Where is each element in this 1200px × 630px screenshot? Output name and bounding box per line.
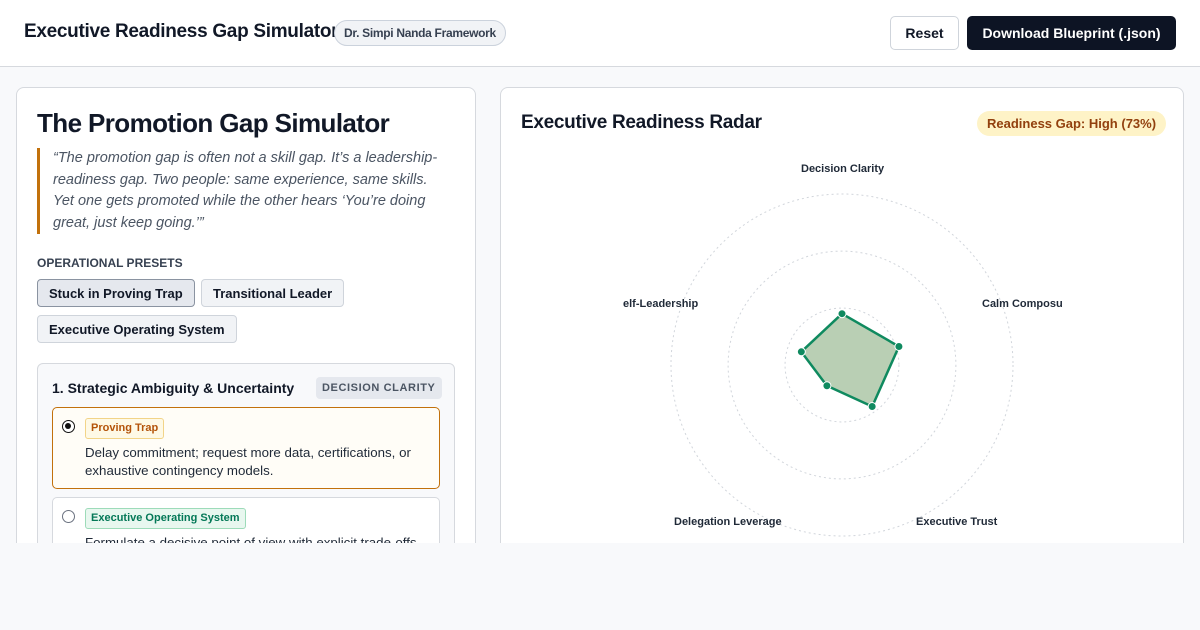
scenario-dimension-tag: DECISION CLARITY (316, 377, 442, 399)
preset-transitional-leader-button[interactable]: Transitional Leader (201, 279, 345, 307)
radar-point-4 (822, 381, 832, 391)
top-bar: Executive Readiness Gap Simulator Dr. Si… (0, 0, 1200, 67)
radio-selected[interactable] (62, 420, 75, 433)
radio-unselected[interactable] (62, 510, 75, 523)
app-title: Executive Readiness Gap Simulator (24, 21, 339, 42)
axis-label-delegation-leverage: Delegation Leverage (674, 516, 782, 528)
option-text: Formulate a decisive point of view with … (85, 535, 421, 543)
scenario-title: 1. Strategic Ambiguity & Uncertainty (52, 380, 295, 396)
framework-quote: “The promotion gap is often not a skill … (37, 148, 449, 235)
preset-proving-trap-button[interactable]: Stuck in Proving Trap (37, 279, 195, 307)
panel-title: The Promotion Gap Simulator (37, 108, 390, 138)
axis-label-calm-composure: Calm Composu (982, 298, 1063, 310)
radar-chart (670, 193, 1014, 537)
main-content: The Promotion Gap Simulator “The promoti… (0, 67, 1200, 543)
radar-point-5 (796, 347, 806, 357)
radar-point-2 (894, 342, 904, 352)
preset-executive-operating-system-button[interactable]: Executive Operating System (37, 315, 237, 343)
simulator-panel: The Promotion Gap Simulator “The promoti… (16, 87, 476, 543)
proving-trap-badge: Proving Trap (85, 418, 165, 439)
option-executive-operating-system[interactable]: Executive Operating System Formulate a d… (52, 497, 440, 543)
radar-point-3 (867, 402, 877, 412)
axis-label-decision-clarity: Decision Clarity (801, 163, 885, 175)
radar-point-1 (837, 309, 847, 319)
framework-badge: Dr. Simpi Nanda Framework (334, 20, 506, 46)
radar-panel: Executive Readiness Radar Readiness Gap:… (500, 87, 1184, 543)
option-text: Delay commitment; request more data, cer… (85, 445, 411, 478)
reset-button[interactable]: Reset (890, 16, 959, 50)
download-blueprint-button[interactable]: Download Blueprint (.json) (967, 16, 1176, 50)
readiness-polygon (800, 312, 901, 408)
scenario-card: 1. Strategic Ambiguity & Uncertainty DEC… (37, 363, 455, 543)
option-proving-trap[interactable]: Proving Trap Delay commitment; request m… (52, 407, 440, 489)
axis-label-executive-trust: Executive Trust (916, 516, 998, 528)
axis-label-self-leadership: elf-Leadership (623, 298, 699, 310)
executive-operating-system-badge: Executive Operating System (85, 508, 246, 529)
presets-label: Operational Presets (37, 256, 183, 270)
